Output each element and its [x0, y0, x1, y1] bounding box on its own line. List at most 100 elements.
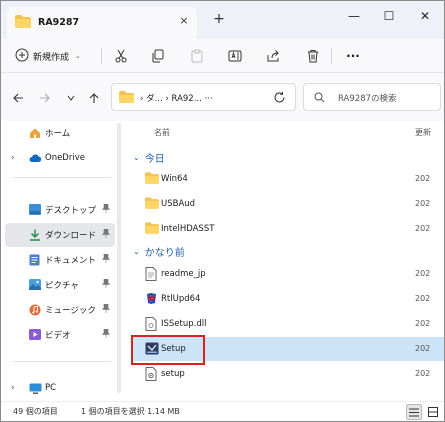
pin-icon: [101, 203, 111, 215]
file-row[interactable]: setup 202: [133, 362, 444, 386]
folder-icon: [119, 91, 134, 106]
sidebar-item-label: OneDrive: [45, 153, 85, 163]
folder-icon: [145, 172, 159, 186]
chevron-down-icon: ⌄: [133, 246, 140, 256]
group-label: 今日: [144, 153, 165, 165]
text-file-icon: [145, 267, 159, 281]
close-tab-icon[interactable]: ×: [177, 14, 191, 28]
toolbar-divider: [101, 48, 102, 64]
sidebar-item-documents[interactable]: ドキュメント: [5, 248, 115, 272]
up-arrow-icon[interactable]: [87, 91, 101, 105]
delete-icon[interactable]: [304, 47, 322, 65]
file-row[interactable]: USBAud 202: [133, 192, 444, 216]
computer-icon: [29, 383, 42, 395]
pin-icon: [101, 303, 111, 315]
address-bar[interactable]: › ダ... › RA92... ···: [111, 83, 296, 111]
pictures-icon: [29, 279, 41, 291]
search-input[interactable]: RA9287の検索: [338, 92, 397, 104]
file-name: Win64: [161, 174, 188, 184]
plus-circle-icon: [15, 48, 29, 65]
sidebar-item-label: ダウンロード: [45, 231, 97, 241]
back-arrow-icon[interactable]: [11, 91, 25, 105]
forward-arrow-icon[interactable]: [38, 91, 52, 105]
recent-locations-chevron-icon[interactable]: [64, 91, 78, 105]
sidebar-divider: [13, 361, 111, 362]
close-window-button[interactable]: ✕: [413, 7, 437, 25]
sidebar-item-downloads[interactable]: ダウンロード: [5, 223, 115, 247]
status-bar: 49 個の項目 1 個の項目を選択 1.14 MB: [1, 401, 444, 421]
tab-ra9287[interactable]: RA9287 ×: [7, 7, 197, 39]
rename-icon[interactable]: [226, 47, 244, 65]
sidebar-scrollbar[interactable]: [117, 123, 121, 393]
file-row[interactable]: RtlUpd64 202: [133, 287, 444, 311]
search-icon: [314, 92, 325, 106]
group-label: かなり前: [144, 247, 185, 259]
tiles-view-button[interactable]: [425, 404, 441, 420]
sidebar-item-label: ミュージック: [45, 306, 96, 316]
file-row[interactable]: readme_jp 202: [133, 262, 444, 286]
new-item-button[interactable]: 新規作成 ⌄: [15, 46, 81, 66]
folder-icon: [145, 222, 159, 236]
pin-icon: [101, 228, 111, 240]
sidebar-item-music[interactable]: ミュージック: [5, 298, 115, 322]
toolbar-divider: [331, 48, 332, 64]
column-header-name[interactable]: 名前: [154, 127, 170, 138]
tab-title: RA9287: [38, 17, 80, 28]
column-header-date[interactable]: 更新: [415, 127, 431, 138]
navigation-pane: ホーム › OneDrive デスクトップ ダウンロード ドキュメント ピクチャ…: [1, 121, 116, 401]
sidebar-item-videos[interactable]: ビデオ: [5, 323, 115, 347]
file-name: readme_jp: [161, 269, 206, 279]
copy-icon[interactable]: [149, 47, 167, 65]
cloud-icon: [29, 153, 42, 165]
sidebar-item-pictures[interactable]: ピクチャ: [5, 273, 115, 297]
maximize-button[interactable]: ☐: [377, 7, 401, 25]
file-list: 名前 更新 ⌄ 今日 Win64 202 USBAud 202 IntelHDA…: [125, 121, 444, 401]
file-name: RtlUpd64: [161, 294, 201, 304]
sidebar-divider: [13, 177, 111, 178]
details-view-button[interactable]: [406, 404, 422, 420]
file-date: 202: [415, 269, 431, 278]
paste-icon[interactable]: [188, 47, 206, 65]
chevron-right-icon[interactable]: ›: [11, 383, 15, 393]
sidebar-item-label: ピクチャ: [45, 281, 79, 291]
dll-file-icon: [145, 317, 159, 331]
sidebar-item-desktop[interactable]: デスクトップ: [5, 198, 115, 222]
refresh-icon[interactable]: [273, 91, 287, 105]
sidebar-item-onedrive[interactable]: › OneDrive: [5, 147, 115, 171]
sidebar-item-label: PC: [45, 383, 57, 393]
file-name: USBAud: [161, 199, 196, 209]
sidebar-item-home[interactable]: ホーム: [5, 121, 115, 145]
video-icon: [29, 329, 41, 341]
file-date: 202: [415, 199, 431, 208]
breadcrumb[interactable]: › ダ... › RA92... ···: [140, 92, 213, 104]
share-icon[interactable]: [264, 47, 282, 65]
selection-info: 1 個の項目を選択 1.14 MB: [81, 407, 180, 416]
group-header-long-ago[interactable]: ⌄ かなり前: [133, 241, 185, 261]
folder-icon: [15, 15, 31, 31]
title-bar: RA9287 × + — ☐ ✕: [1, 1, 444, 39]
settings-file-icon: [145, 367, 159, 381]
pin-icon: [101, 278, 111, 290]
group-header-today[interactable]: ⌄ 今日: [133, 147, 165, 167]
sidebar-item-label: デスクトップ: [45, 206, 97, 216]
file-row[interactable]: Win64 202: [133, 167, 444, 191]
navigation-bar: › ダ... › RA92... ··· RA9287の検索: [1, 73, 444, 121]
new-item-label: 新規作成: [33, 52, 70, 63]
cut-icon[interactable]: [112, 47, 130, 65]
chevron-down-icon: ⌄: [75, 52, 81, 60]
sidebar-item-label: ホーム: [45, 129, 71, 139]
document-icon: [29, 254, 41, 266]
file-row[interactable]: IntelHDASST 202: [133, 217, 444, 241]
pin-icon: [101, 253, 111, 265]
new-tab-button[interactable]: +: [212, 11, 226, 27]
file-explorer-window: RA9287 × + — ☐ ✕ 新規作成 ⌄ ··· › ダ... › RA9…: [0, 0, 445, 422]
file-date: 202: [415, 174, 431, 183]
minimize-button[interactable]: —: [342, 7, 366, 25]
search-box[interactable]: RA9287の検索: [303, 83, 441, 111]
file-row[interactable]: ISSetup.dll 202: [133, 312, 444, 336]
file-date: 202: [415, 294, 431, 303]
file-date: 202: [415, 319, 431, 328]
chevron-right-icon[interactable]: ›: [11, 153, 15, 163]
more-options-icon[interactable]: ···: [344, 47, 362, 65]
sidebar-item-pc[interactable]: › PC: [5, 377, 115, 401]
